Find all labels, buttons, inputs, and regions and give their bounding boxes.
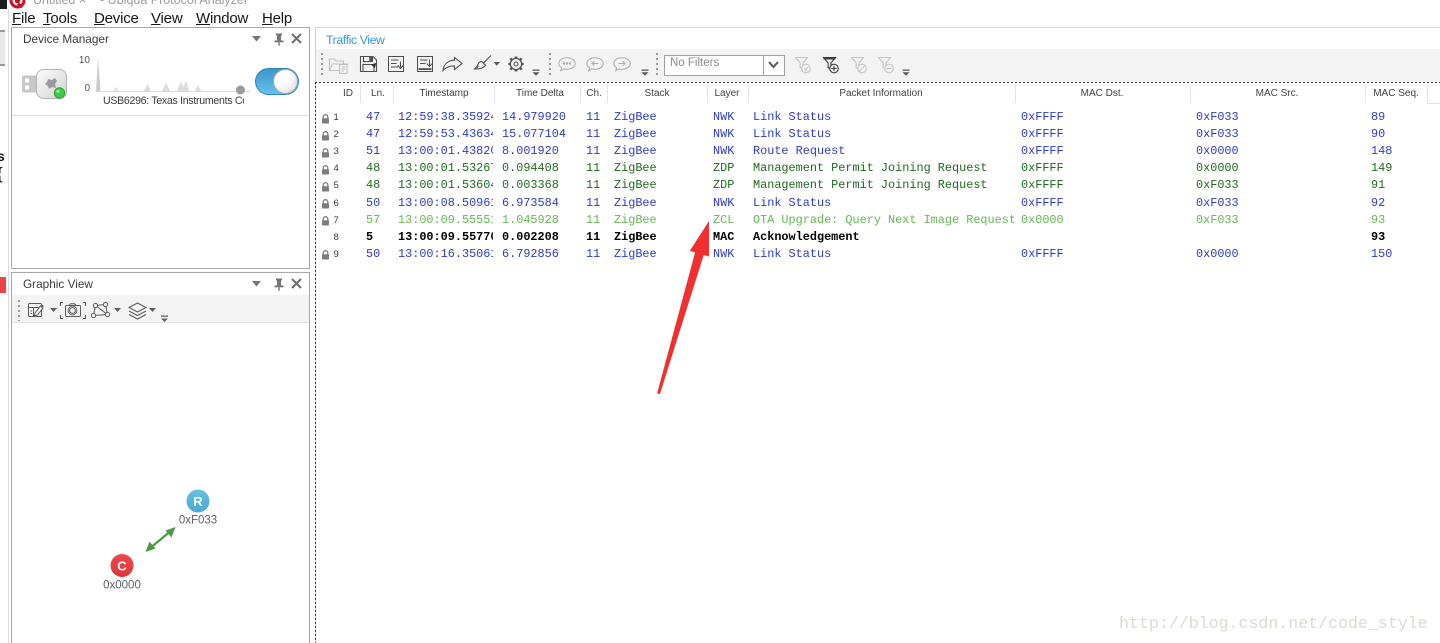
svg-text:C: C bbox=[117, 559, 127, 574]
svg-text:0xF033: 0xF033 bbox=[179, 515, 217, 527]
svg-text:R: R bbox=[193, 494, 203, 509]
svg-text:0x0000: 0x0000 bbox=[103, 580, 141, 592]
